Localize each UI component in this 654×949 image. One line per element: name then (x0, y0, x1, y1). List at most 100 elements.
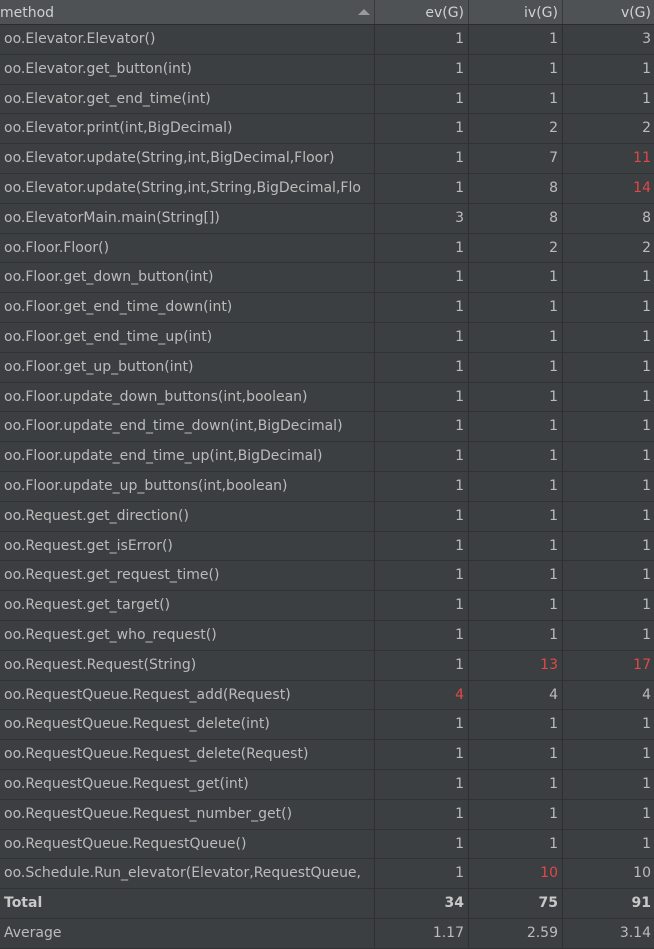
table-row[interactable]: oo.RequestQueue.Request_delete(Request) 1… (0, 740, 654, 770)
method-cell: oo.Request.get_who_request() (4, 626, 217, 643)
v-cell: 1 (562, 412, 654, 442)
ev-cell: 1 (374, 829, 468, 859)
iv-cell: 1 (468, 740, 562, 769)
v-cell: 1 (562, 620, 654, 650)
iv-cell: 1 (468, 25, 562, 54)
method-cell: oo.Request.get_direction() (4, 507, 189, 524)
v-cell: 1 (562, 442, 654, 471)
table-row[interactable]: oo.Request.get_direction() 1 1 1 (0, 501, 654, 532)
table-row[interactable]: oo.Elevator.Elevator() 1 1 3 (0, 25, 654, 55)
iv-cell: 1 (468, 442, 562, 471)
iv-cell: 1 (468, 471, 562, 501)
table-row[interactable]: oo.RequestQueue.Request_add(Request) 4 4 4 (0, 680, 654, 711)
iv-cell: 7 (468, 144, 562, 173)
v-cell: 1 (562, 322, 654, 352)
method-cell: oo.Schedule.Run_elevator(Elevator,Reques… (4, 865, 361, 882)
table-row[interactable]: oo.Floor.Floor() 1 2 2 (0, 233, 654, 264)
table-row[interactable]: oo.ElevatorMain.main(String[]) 3 8 8 (0, 203, 654, 234)
ev-cell: 1 (374, 650, 468, 680)
table-row[interactable]: oo.Request.get_who_request() 1 1 1 (0, 620, 654, 651)
iv-cell: 1 (468, 352, 562, 382)
iv-cell: 1 (468, 382, 562, 412)
v-cell: 17 (562, 650, 654, 680)
column-header-iv[interactable]: iv(G) (468, 0, 562, 24)
table-body: oo.Elevator.Elevator() 1 1 3 oo.Elevator.get… (0, 25, 654, 890)
table-row[interactable]: oo.RequestQueue.RequestQueue() 1 1 1 (0, 829, 654, 860)
ev-cell: 1 (374, 25, 468, 54)
method-cell: oo.Floor.Floor() (4, 239, 110, 256)
table-row[interactable]: oo.Floor.get_up_button(int) 1 1 1 (0, 352, 654, 383)
v-cell: 2 (562, 233, 654, 263)
table-row[interactable]: oo.Elevator.get_end_time(int) 1 1 1 (0, 84, 654, 115)
table-row[interactable]: oo.Floor.update_up_buttons(int,boolean) 1… (0, 471, 654, 502)
v-cell: 10 (562, 859, 654, 889)
table-row[interactable]: oo.RequestQueue.Request_number_get() 1 1 1 (0, 799, 654, 830)
ev-cell: 1 (374, 561, 468, 591)
iv-cell: 1 (468, 531, 562, 561)
method-cell: oo.RequestQueue.Request_add(Request) (4, 686, 291, 703)
method-cell: oo.RequestQueue.Request_delete(Request) (4, 746, 309, 763)
v-cell: 1 (562, 829, 654, 859)
method-cell: oo.Elevator.print(int,BigDecimal) (4, 120, 233, 137)
iv-cell: 1 (468, 263, 562, 293)
table-row[interactable]: oo.Elevator.print(int,BigDecimal) 1 2 2 (0, 114, 654, 145)
iv-cell: 1 (468, 769, 562, 799)
method-cell: oo.RequestQueue.RequestQueue() (4, 835, 247, 852)
table-row[interactable]: oo.Request.Request(String) 1 13 17 (0, 650, 654, 681)
ev-cell: 1 (374, 531, 468, 561)
column-header-method-label: method (0, 5, 55, 21)
average-v: 3.14 (562, 918, 654, 948)
table-row[interactable]: oo.Elevator.update(String,int,String,Big… (0, 173, 654, 204)
table-row[interactable]: oo.RequestQueue.Request_get(int) 1 1 1 (0, 769, 654, 800)
v-cell: 3 (562, 25, 654, 54)
ev-cell: 1 (374, 233, 468, 263)
v-cell: 11 (562, 144, 654, 173)
iv-cell: 8 (468, 203, 562, 233)
iv-cell: 2 (468, 114, 562, 144)
ev-cell: 1 (374, 859, 468, 889)
table-row[interactable]: oo.Request.get_target() 1 1 1 (0, 591, 654, 621)
column-header-v[interactable]: v(G) (562, 0, 654, 24)
v-cell: 1 (562, 740, 654, 769)
table-row[interactable]: oo.Request.get_isError() 1 1 1 (0, 531, 654, 562)
ev-cell: 1 (374, 471, 468, 501)
ev-cell: 1 (374, 769, 468, 799)
v-cell: 1 (562, 769, 654, 799)
v-cell: 1 (562, 710, 654, 740)
method-cell: oo.Request.get_target() (4, 597, 171, 614)
method-cell: oo.Floor.update_up_buttons(int,boolean) (4, 477, 288, 494)
table-row[interactable]: oo.Elevator.get_button(int) 1 1 1 (0, 54, 654, 85)
iv-cell: 1 (468, 412, 562, 442)
table-row[interactable]: oo.Request.get_request_time() 1 1 1 (0, 561, 654, 592)
iv-cell: 1 (468, 293, 562, 322)
iv-cell: 1 (468, 322, 562, 352)
v-cell: 1 (562, 293, 654, 322)
total-ev: 34 (374, 889, 468, 918)
ev-cell: 1 (374, 740, 468, 769)
table-row[interactable]: oo.Floor.update_end_time_up(int,BigDecim… (0, 442, 654, 472)
table-row[interactable]: oo.Floor.update_end_time_down(int,BigDec… (0, 412, 654, 443)
iv-cell: 8 (468, 173, 562, 203)
method-cell: oo.Floor.get_end_time_down(int) (4, 299, 233, 316)
average-ev: 1.17 (374, 918, 468, 948)
table-row[interactable]: oo.Floor.get_down_button(int) 1 1 1 (0, 263, 654, 294)
ev-cell: 1 (374, 799, 468, 829)
table-row[interactable]: oo.Schedule.Run_elevator(Elevator,Reques… (0, 859, 654, 890)
table-row[interactable]: oo.RequestQueue.Request_delete(int) 1 1 1 (0, 710, 654, 741)
column-header-method[interactable]: method (0, 0, 374, 24)
table-row[interactable]: oo.Floor.get_end_time_up(int) 1 1 1 (0, 322, 654, 353)
ev-cell: 1 (374, 263, 468, 293)
method-cell: oo.Floor.update_end_time_down(int,BigDec… (4, 418, 343, 435)
table-row[interactable]: oo.Elevator.update(String,int,BigDecimal… (0, 144, 654, 174)
table-row[interactable]: oo.Floor.get_end_time_down(int) 1 1 1 (0, 293, 654, 323)
v-cell: 1 (562, 501, 654, 531)
v-cell: 1 (562, 84, 654, 114)
sort-ascending-icon[interactable] (358, 9, 370, 15)
table-row[interactable]: oo.Floor.update_down_buttons(int,boolean… (0, 382, 654, 413)
iv-cell: 1 (468, 501, 562, 531)
column-header-ev[interactable]: ev(G) (374, 0, 468, 24)
ev-cell: 1 (374, 322, 468, 352)
ev-cell: 1 (374, 352, 468, 382)
v-cell: 14 (562, 173, 654, 203)
ev-cell: 1 (374, 412, 468, 442)
